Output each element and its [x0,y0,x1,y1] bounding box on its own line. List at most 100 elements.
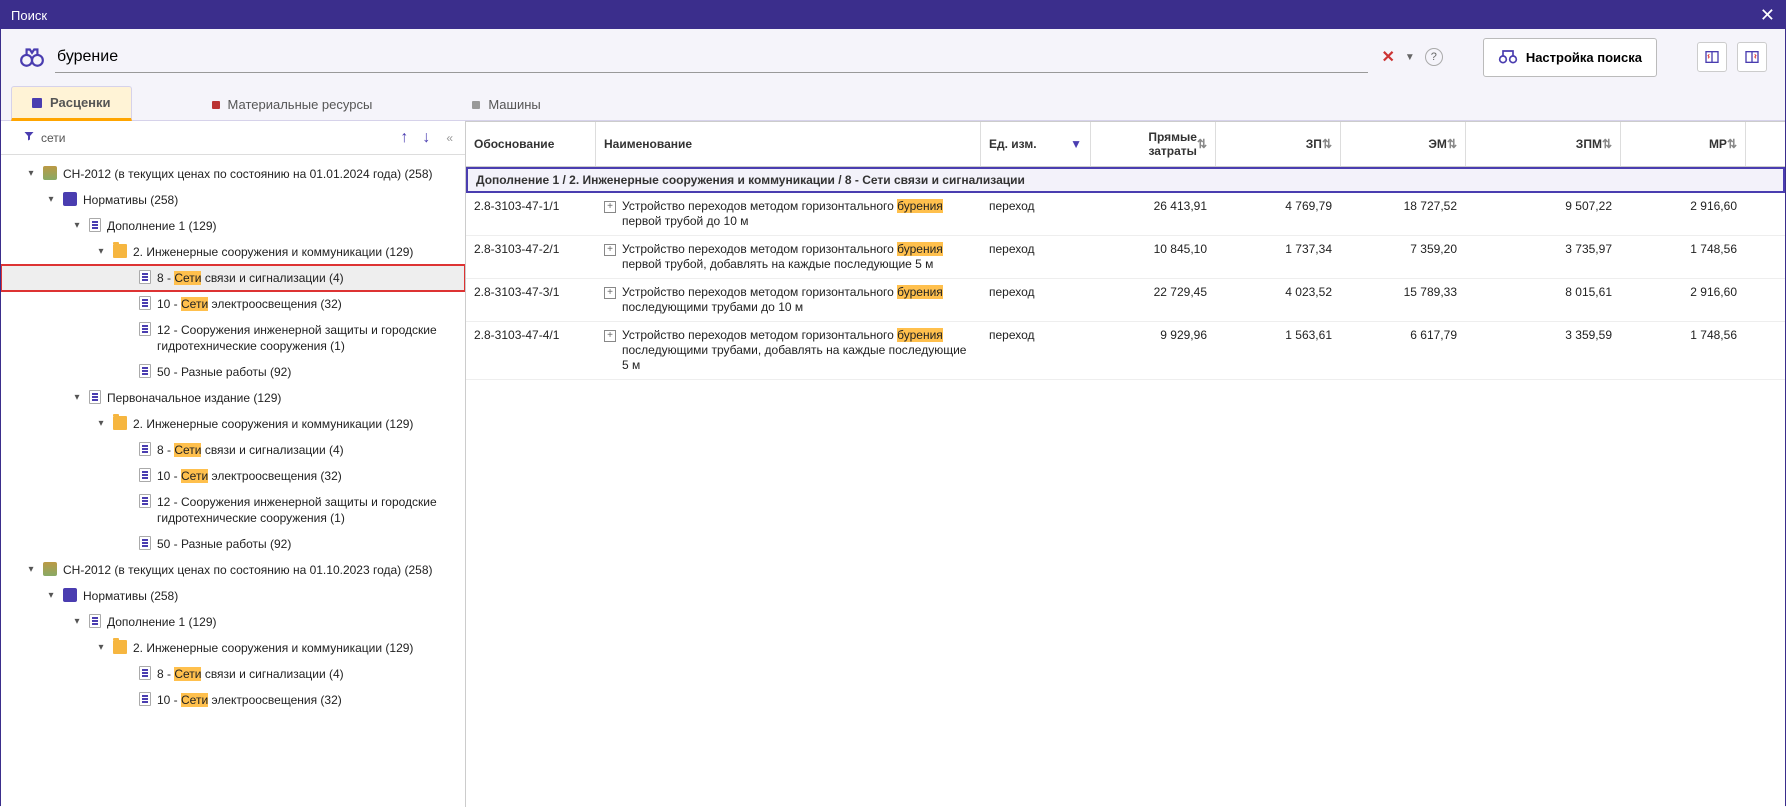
search-input[interactable] [55,42,1368,73]
tree-node[interactable]: • 10 - Сети электроосвещения (32) [1,463,465,489]
folder-icon [113,640,127,654]
prev-match-icon[interactable]: ↑ [396,129,412,147]
search-history-dropdown-icon[interactable]: ▼ [1405,52,1415,63]
col-header-em[interactable]: ЭМ⇅ [1341,122,1466,166]
cell-zpm: 9 507,22 [1466,193,1621,219]
table-row[interactable]: 2.8-3103-47-3/1+Устройство переходов мет… [466,279,1785,322]
doc-icon [89,390,101,404]
tree-node[interactable]: ▾ 2. Инженерные сооружения и коммуникаци… [1,239,465,265]
col-header-mr[interactable]: МР⇅ [1621,122,1746,166]
clear-search-icon[interactable]: ✕ [1382,47,1395,67]
cell-code: 2.8-3103-47-4/1 [466,322,596,348]
window-title: Поиск [11,8,47,23]
filter-icon[interactable]: ▼ [1070,137,1082,151]
tree-node[interactable]: • 8 - Сети связи и сигнализации (4) [1,437,465,463]
doc-icon [139,364,151,378]
search-settings-button[interactable]: Настройка поиска [1483,38,1657,77]
table-row[interactable]: 2.8-3103-47-2/1+Устройство переходов мет… [466,236,1785,279]
tree-node[interactable]: • 50 - Разные работы (92) [1,531,465,557]
tree-node[interactable]: ▾ 2. Инженерные сооружения и коммуникаци… [1,635,465,661]
col-header-pz[interactable]: Прямые затраты⇅ [1091,122,1216,166]
cell-mr: 1 748,56 [1621,322,1746,348]
cell-zp: 4 023,52 [1216,279,1341,305]
database-icon [43,166,57,180]
cell-code: 2.8-3103-47-1/1 [466,193,596,219]
doc-icon [139,468,151,482]
doc-icon [89,218,101,232]
filter-text: сети [41,131,390,145]
search-row: ✕ ▼ ? Настройка поиска [1,29,1785,85]
tree-node[interactable]: ▾ Дополнение 1 (129) [1,609,465,635]
col-header-obosn[interactable]: Обоснование [466,122,596,166]
col-header-naim[interactable]: Наименование [596,122,981,166]
sort-icon[interactable]: ⇅ [1602,137,1612,151]
cell-code: 2.8-3103-47-2/1 [466,236,596,262]
doc-icon [139,666,151,680]
cell-name: +Устройство переходов методом горизонтал… [596,322,981,379]
cell-zp: 1 563,61 [1216,322,1341,348]
results-grid: Обоснование Наименование Ед. изм.▼ Прямы… [466,121,1785,807]
tree-node[interactable]: • 8 - Сети связи и сигнализации (4) [1,661,465,687]
sort-icon[interactable]: ⇅ [1447,137,1457,151]
cell-em: 15 789,33 [1341,279,1466,305]
cell-em: 7 359,20 [1341,236,1466,262]
tree-node[interactable]: ▾ Нормативы (258) [1,583,465,609]
cell-zp: 4 769,79 [1216,193,1341,219]
grid-breadcrumb: Дополнение 1 / 2. Инженерные сооружения … [466,167,1785,193]
collapse-panel-icon[interactable]: « [440,131,459,145]
tree-node[interactable]: • 10 - Сети электроосвещения (32) [1,687,465,713]
cell-zpm: 8 015,61 [1466,279,1621,305]
cell-mr: 2 916,60 [1621,193,1746,219]
expand-row-icon[interactable]: + [604,287,616,299]
next-match-icon[interactable]: ↓ [418,129,434,147]
sort-icon[interactable]: ⇅ [1197,137,1207,151]
tab-materials[interactable]: Материальные ресурсы [192,89,393,120]
cell-code: 2.8-3103-47-3/1 [466,279,596,305]
tab-label: Расценки [50,95,111,110]
search-settings-label: Настройка поиска [1526,50,1642,65]
sort-icon[interactable]: ⇅ [1727,137,1737,151]
cell-name: +Устройство переходов методом горизонтал… [596,236,981,278]
cell-em: 18 727,52 [1341,193,1466,219]
tree-node[interactable]: ▾ Дополнение 1 (129) [1,213,465,239]
sort-icon[interactable]: ⇅ [1322,137,1332,151]
database-icon [43,562,57,576]
folder-icon [113,244,127,258]
close-icon[interactable]: ✕ [1760,5,1775,26]
tree-node[interactable]: ▾ Нормативы (258) [1,187,465,213]
tree-node[interactable]: • 12 - Сооружения инженерной защиты и го… [1,489,465,531]
expand-row-icon[interactable]: + [604,244,616,256]
col-header-zp[interactable]: ЗП⇅ [1216,122,1341,166]
expand-row-icon[interactable]: + [604,330,616,342]
tab-icon [32,98,42,108]
col-header-unit[interactable]: Ед. изм.▼ [981,122,1091,166]
help-icon[interactable]: ? [1425,48,1443,66]
book-icon [63,588,77,602]
doc-icon [139,322,151,336]
tree-node[interactable]: ▾ 2. Инженерные сооружения и коммуникаци… [1,411,465,437]
tree-node-db[interactable]: ▾ СН-2012 (в текущих ценах по состоянию … [1,161,465,187]
panel-right-button[interactable] [1737,42,1767,72]
cell-unit: переход [981,279,1091,305]
doc-icon [139,442,151,456]
tab-icon [212,101,220,109]
tree-node-db[interactable]: ▾ СН-2012 (в текущих ценах по состоянию … [1,557,465,583]
doc-icon [139,494,151,508]
cell-mr: 1 748,56 [1621,236,1746,262]
tree-node[interactable]: • 12 - Сооружения инженерной защиты и го… [1,317,465,359]
tree-node[interactable]: ▾ Первоначальное издание (129) [1,385,465,411]
panel-left-button[interactable] [1697,42,1727,72]
col-header-zpm[interactable]: ЗПМ⇅ [1466,122,1621,166]
table-row[interactable]: 2.8-3103-47-4/1+Устройство переходов мет… [466,322,1785,380]
doc-icon [139,270,151,284]
cell-unit: переход [981,236,1091,262]
tab-machines[interactable]: Машины [452,89,560,120]
tree-node[interactable]: • 50 - Разные работы (92) [1,359,465,385]
tree-node[interactable]: • 10 - Сети электроосвещения (32) [1,291,465,317]
tree-node-selected[interactable]: • 8 - Сети связи и сигнализации (4) ➔ [1,265,465,291]
tree-filter-bar: сети ↑ ↓ « [1,121,465,155]
table-row[interactable]: 2.8-3103-47-1/1+Устройство переходов мет… [466,193,1785,236]
expand-row-icon[interactable]: + [604,201,616,213]
tab-bar: Расценки Материальные ресурсы Машины [1,85,1785,121]
tab-pricings[interactable]: Расценки [11,86,132,121]
